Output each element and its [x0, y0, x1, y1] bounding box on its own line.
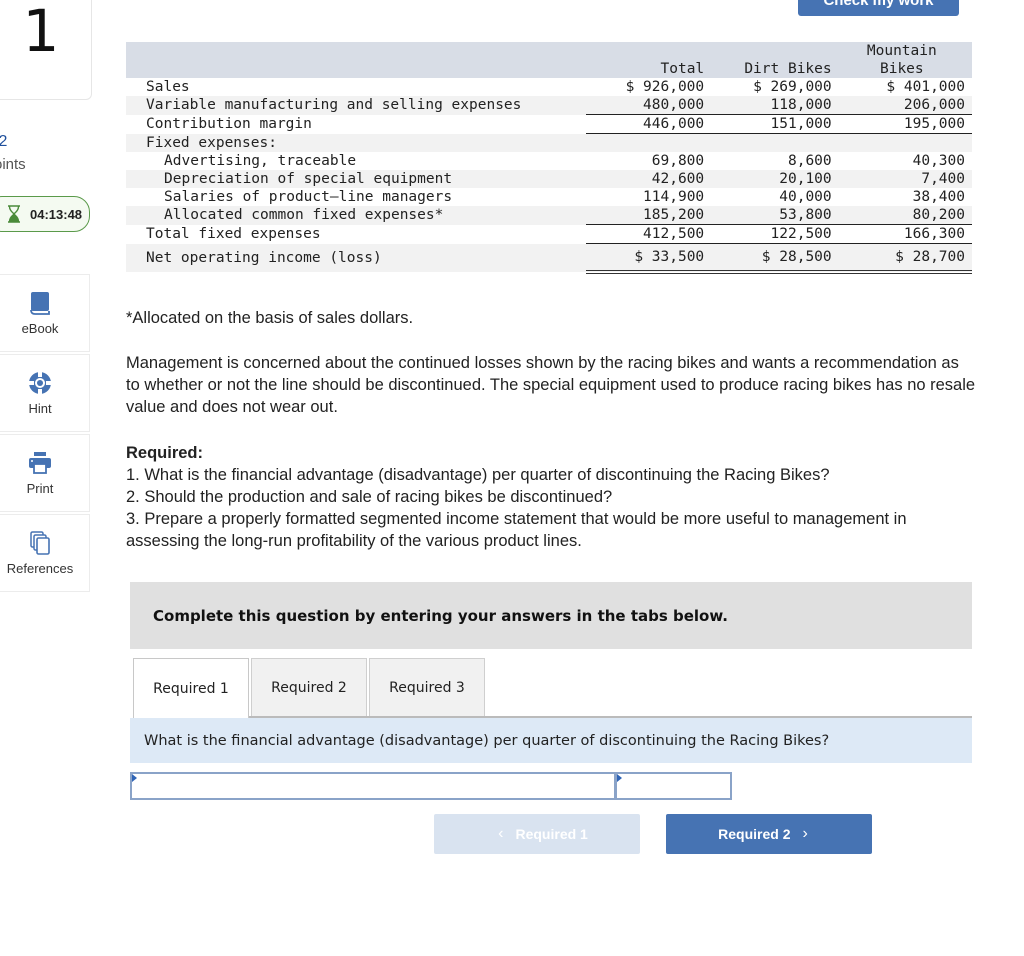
answer-label-input[interactable] [132, 774, 614, 798]
question-number: 1 [22, 0, 60, 65]
answer-amount-input[interactable] [617, 774, 730, 798]
required-item-1: 1. What is the financial advantage (disa… [126, 466, 830, 484]
timer-badge: 04:13:48 [0, 196, 90, 232]
tab-bar: Required 1 Required 2 Required 3 [133, 658, 487, 719]
table-row: Fixed expenses: [126, 133, 972, 152]
table-row: Allocated common fixed expenses* 185,200… [126, 206, 972, 225]
column-header-total: Total [585, 60, 712, 78]
table-row: Total fixed expenses 412,500 122,500 166… [126, 224, 972, 244]
column-header-dirt: Dirt Bikes [711, 60, 839, 78]
segmented-income-statement: Mountain Total Dirt Bikes Bikes Sales $ … [126, 42, 972, 274]
answer-label-field-wrapper [130, 772, 616, 800]
input-flag-icon [132, 774, 137, 782]
footnote: *Allocated on the basis of sales dollars… [126, 309, 414, 327]
column-header-mountain: Mountain [838, 42, 972, 60]
question-prompt: What is the financial advantage (disadva… [144, 732, 830, 749]
printer-icon [29, 451, 51, 474]
required-heading: Required: [126, 444, 204, 462]
input-flag-icon [617, 774, 622, 782]
documents-icon [30, 530, 50, 555]
book-icon [30, 291, 50, 315]
question-prompt-bar: What is the financial advantage (disadva… [130, 718, 972, 763]
next-button-label: Required 2 [718, 826, 791, 842]
hint-button[interactable]: Hint [0, 354, 90, 432]
table-row: Depreciation of special equipment 42,600… [126, 170, 972, 188]
tab-required-2[interactable]: Required 2 [251, 658, 367, 717]
ebook-button[interactable]: eBook [0, 274, 90, 352]
next-required-button[interactable]: Required 2 › [666, 814, 872, 854]
timer-text: 04:13:48 [30, 206, 83, 222]
required-item-2: 2. Should the production and sale of rac… [126, 488, 613, 506]
required-item-3: 3. Prepare a properly formatted segmente… [126, 510, 907, 550]
tab-required-1[interactable]: Required 1 [133, 658, 249, 719]
previous-button-label: Required 1 [515, 826, 588, 842]
check-my-work-button[interactable]: Check my work [798, 0, 959, 16]
problem-description: Management is concerned about the contin… [126, 354, 976, 416]
table-row-net-income: Net operating income (loss) $ 33,500 $ 2… [126, 243, 972, 274]
instruction-banner: Complete this question by entering your … [130, 582, 972, 649]
ebook-label: eBook [21, 320, 59, 336]
table-row: Sales $ 926,000 $ 269,000 $ 401,000 [146, 79, 965, 95]
required-section: Required: 1. What is the financial advan… [126, 442, 976, 552]
answer-amount-field-wrapper [615, 772, 732, 800]
table-row: Advertising, traceable 69,800 8,600 40,3… [164, 153, 965, 169]
table-row: Variable manufacturing and selling expen… [126, 96, 972, 115]
references-button[interactable]: References [0, 514, 90, 592]
previous-required-button[interactable]: ‹ Required 1 [434, 814, 640, 854]
instruction-text: Complete this question by entering your … [153, 606, 728, 625]
references-label: References [6, 560, 74, 576]
lifebuoy-icon [29, 371, 51, 394]
points-label: oints [0, 156, 26, 173]
hint-label: Hint [28, 400, 52, 416]
table-row: Salaries of product–line managers 114,90… [164, 189, 965, 205]
chevron-right-icon: › [802, 825, 808, 842]
tab-required-3[interactable]: Required 3 [369, 658, 485, 717]
table-row: Contribution margin 446,000 151,000 195,… [126, 114, 972, 134]
question-number-card: 1 [0, 0, 92, 100]
points-value: .2 [0, 133, 8, 150]
print-button[interactable]: Print [0, 434, 90, 512]
hourglass-icon [8, 205, 20, 223]
chevron-left-icon: ‹ [498, 825, 504, 842]
print-label: Print [26, 480, 54, 496]
